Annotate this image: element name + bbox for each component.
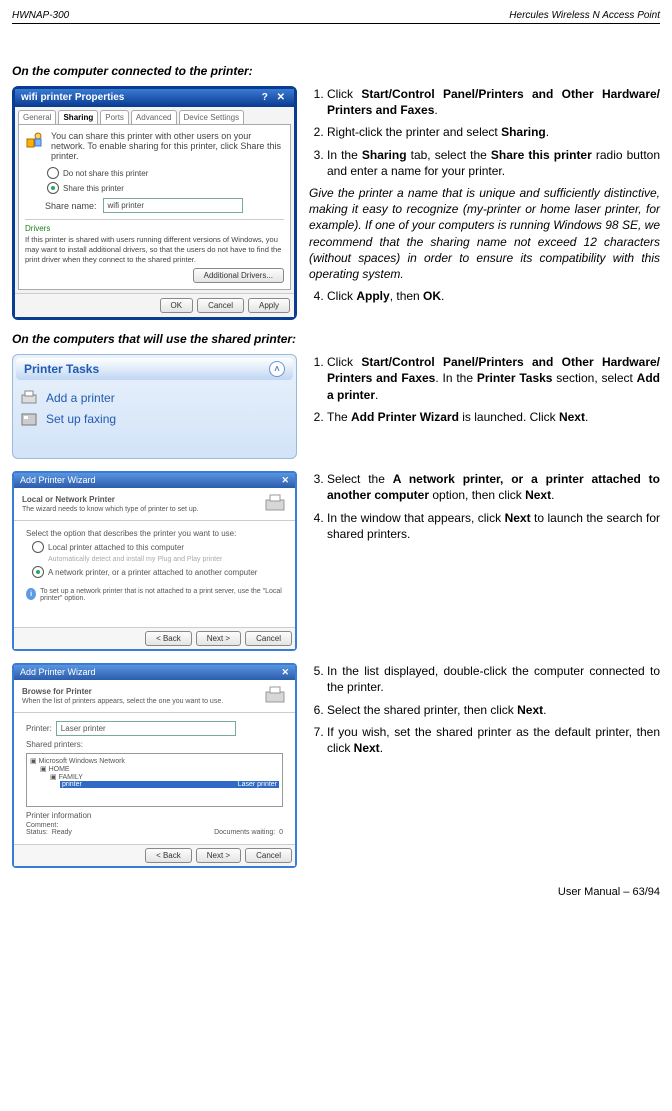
share-name-label: Share name:	[45, 201, 97, 211]
dialog-title: wifi printer Properties	[21, 92, 124, 103]
header-left: HWNAP-300	[12, 10, 69, 21]
shared-printers-tree[interactable]: ▣ Microsoft Windows Network ▣ HOME ▣ FAM…	[26, 753, 283, 807]
page-footer: User Manual – 63/94	[12, 886, 660, 898]
dialog-controls[interactable]: ? ✕	[262, 92, 288, 103]
s1-step1: Click Start/Control Panel/Printers and O…	[327, 86, 660, 118]
share-icon	[25, 131, 45, 151]
radio-local-printer[interactable]: Local printer attached to this computer	[32, 541, 283, 553]
tab-device-settings[interactable]: Device Settings	[179, 110, 245, 124]
printer-icon	[263, 492, 287, 516]
next-button[interactable]: Next >	[196, 848, 241, 863]
cancel-button[interactable]: Cancel	[245, 848, 292, 863]
header-right: Hercules Wireless N Access Point	[509, 10, 660, 21]
radio-network-printer[interactable]: A network printer, or a printer attached…	[32, 566, 283, 578]
tab-general[interactable]: General	[18, 110, 56, 124]
s1-note: Give the printer a name that is unique a…	[309, 185, 660, 282]
s2-step2: The Add Printer Wizard is launched. Clic…	[327, 409, 660, 425]
s2-step6: Select the shared printer, then click Ne…	[327, 702, 660, 718]
close-icon[interactable]: ✕	[281, 667, 289, 678]
printer-properties-dialog: wifi printer Properties ? ✕ General Shar…	[12, 86, 297, 320]
s2-step7: If you wish, set the shared printer as t…	[327, 724, 660, 756]
info-icon: i	[26, 588, 36, 600]
page-header: HWNAP-300 Hercules Wireless N Access Poi…	[12, 10, 660, 24]
share-info-text: You can share this printer with other us…	[51, 131, 284, 161]
close-icon[interactable]: ✕	[281, 475, 289, 486]
s1-step3: In the Sharing tab, select the Share thi…	[327, 147, 660, 179]
tab-ports[interactable]: Ports	[100, 110, 129, 124]
s1-step4: Click Apply, then OK.	[327, 288, 660, 304]
section2-title: On the computers that will use the share…	[12, 332, 660, 346]
drivers-text: If this printer is shared with users run…	[25, 235, 284, 264]
collapse-icon[interactable]: ˄	[269, 361, 285, 377]
add-printer-link[interactable]: Add a printer	[20, 389, 289, 407]
cancel-button[interactable]: Cancel	[245, 631, 292, 646]
s1-step2: Right-click the printer and select Shari…	[327, 124, 660, 140]
fax-icon	[20, 410, 38, 428]
section1-title: On the computer connected to the printer…	[12, 64, 660, 78]
radio-share[interactable]: Share this printer	[47, 182, 284, 194]
printer-icon	[20, 389, 38, 407]
additional-drivers-button[interactable]: Additional Drivers...	[193, 268, 284, 283]
s2-step4: In the window that appears, click Next t…	[327, 510, 660, 542]
s2-step3: Select the A network printer, or a print…	[327, 471, 660, 503]
radio-no-share[interactable]: Do not share this printer	[47, 167, 284, 179]
setup-faxing-link[interactable]: Set up faxing	[20, 410, 289, 428]
cancel-button[interactable]: Cancel	[197, 298, 244, 313]
back-button[interactable]: < Back	[145, 848, 192, 863]
ok-button[interactable]: OK	[160, 298, 194, 313]
printer-icon	[263, 684, 287, 708]
next-button[interactable]: Next >	[196, 631, 241, 646]
tab-advanced[interactable]: Advanced	[131, 110, 177, 124]
printer-field[interactable]: Laser printer	[56, 721, 236, 736]
tab-sharing[interactable]: Sharing	[58, 110, 98, 124]
add-printer-wizard-1: Add Printer Wizard✕ Local or Network Pri…	[12, 471, 297, 651]
s2-step1: Click Start/Control Panel/Printers and O…	[327, 354, 660, 403]
drivers-heading: Drivers	[25, 224, 284, 233]
printer-tasks-panel: Printer Tasks ˄ Add a printer Set up fax…	[12, 354, 297, 459]
apply-button[interactable]: Apply	[248, 298, 290, 313]
add-printer-wizard-2: Add Printer Wizard✕ Browse for Printer W…	[12, 663, 297, 868]
dialog-tabs: General Sharing Ports Advanced Device Se…	[15, 107, 294, 124]
share-name-input[interactable]: wifi printer	[103, 198, 243, 213]
back-button[interactable]: < Back	[145, 631, 192, 646]
task-panel-title: Printer Tasks	[24, 362, 99, 376]
s2-step5: In the list displayed, double-click the …	[327, 663, 660, 695]
